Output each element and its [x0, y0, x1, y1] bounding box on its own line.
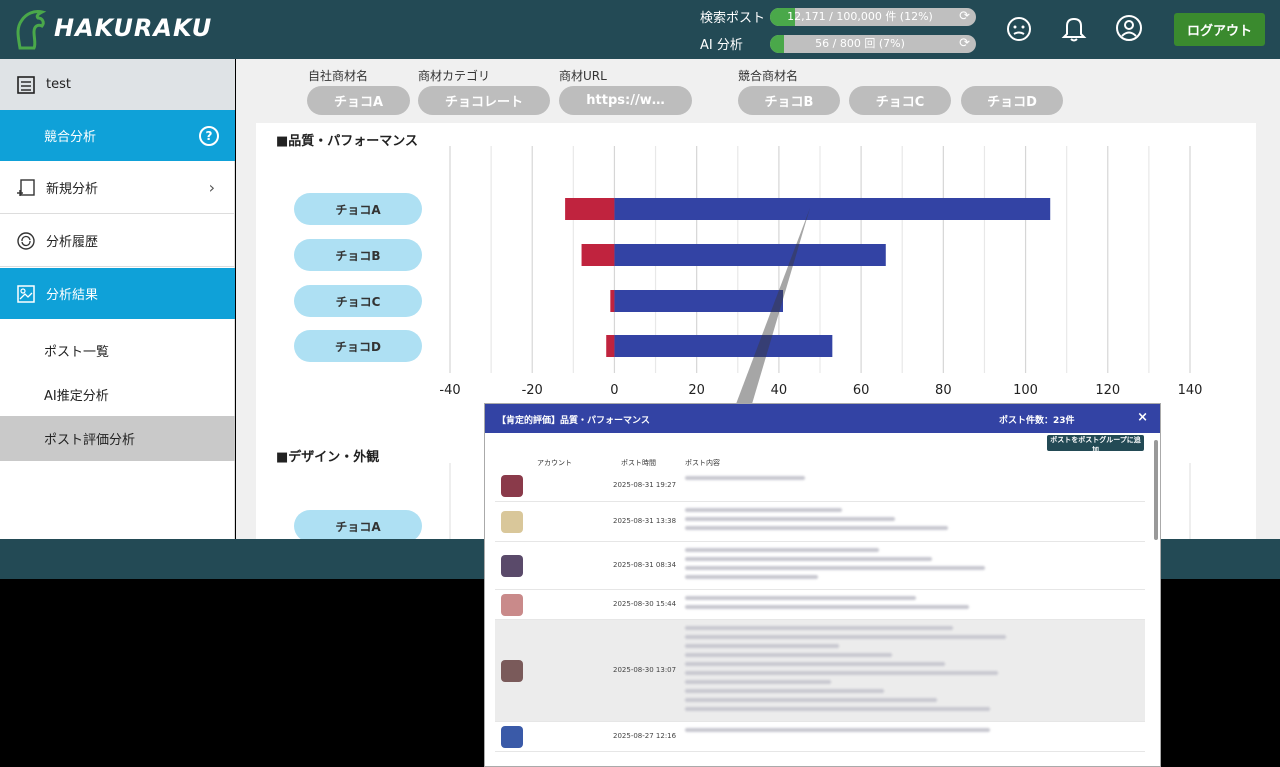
column-post-time: ポスト時間	[621, 459, 656, 467]
post-content-blurred	[685, 626, 953, 630]
table-row[interactable]: 2025-08-27 12:16	[495, 722, 1145, 752]
post-content-blurred	[685, 596, 916, 600]
post-date: 2025-08-27 12:16	[613, 732, 677, 740]
table-row[interactable]: 2025-08-30 13:07	[495, 620, 1145, 722]
post-content-blurred	[685, 644, 839, 648]
post-content-blurred	[685, 526, 948, 530]
table-row[interactable]: 2025-08-30 15:44	[495, 590, 1145, 620]
modal-title: 【肯定的評価】品質・パフォーマンス	[497, 416, 650, 426]
post-content-blurred	[685, 508, 842, 512]
post-content-blurred	[685, 575, 818, 579]
post-content-blurred	[685, 476, 805, 480]
avatar	[501, 555, 523, 577]
post-count: ポスト件数：23件	[999, 416, 1075, 426]
avatar	[501, 726, 523, 748]
post-content-blurred	[685, 566, 985, 570]
post-date: 2025-08-31 19:27	[613, 481, 677, 489]
avatar	[501, 475, 523, 497]
post-content-blurred	[685, 605, 969, 609]
post-content-blurred	[685, 728, 990, 732]
post-detail-modal: 【肯定的評価】品質・パフォーマンス ポスト件数：23件 × ポストをポストグルー…	[484, 403, 1161, 767]
post-content-blurred	[685, 517, 895, 521]
post-content-blurred	[685, 680, 831, 684]
table-row[interactable]: 2025-08-31 13:38	[495, 502, 1145, 542]
avatar	[501, 511, 523, 533]
avatar	[501, 660, 523, 682]
column-post-content: ポスト内容	[685, 459, 720, 467]
modal-header: 【肯定的評価】品質・パフォーマンス ポスト件数：23件 ×	[485, 404, 1160, 433]
close-icon[interactable]: ×	[1137, 410, 1148, 425]
post-date: 2025-08-31 13:38	[613, 517, 677, 525]
table-row[interactable]: 2025-08-31 08:34	[495, 542, 1145, 590]
post-content-blurred	[685, 707, 990, 711]
column-account: アカウント	[537, 459, 572, 467]
post-content-blurred	[685, 662, 945, 666]
post-date: 2025-08-30 13:07	[613, 666, 677, 674]
table-row[interactable]: 2025-08-31 19:27	[495, 470, 1145, 502]
post-content-blurred	[685, 689, 884, 693]
post-content-blurred	[685, 635, 1006, 639]
post-content-blurred	[685, 557, 932, 561]
post-content-blurred	[685, 698, 937, 702]
post-content-blurred	[685, 671, 998, 675]
post-date: 2025-08-30 15:44	[613, 600, 677, 608]
modal-scrollbar[interactable]	[1154, 440, 1158, 540]
post-date: 2025-08-31 08:34	[613, 561, 677, 569]
avatar	[501, 594, 523, 616]
post-content-blurred	[685, 653, 892, 657]
add-to-group-button[interactable]: ポストをポストグループに追加	[1047, 435, 1144, 454]
post-content-blurred	[685, 548, 879, 552]
